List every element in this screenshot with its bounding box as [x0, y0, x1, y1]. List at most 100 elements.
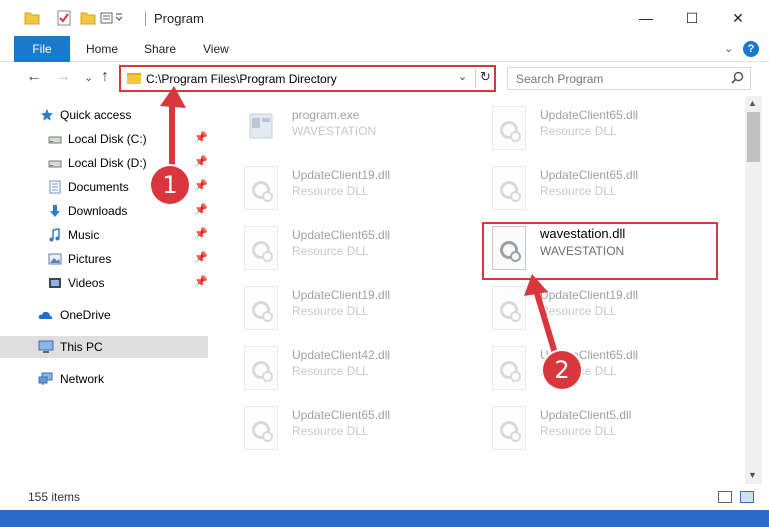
status-bar: 155 items [0, 484, 769, 510]
scroll-thumb[interactable] [747, 112, 760, 162]
close-icon: ✕ [732, 9, 744, 26]
minimize-button[interactable]: — [623, 0, 669, 36]
step-1-callout: 1 [151, 166, 189, 204]
address-separator [475, 69, 476, 88]
tab-home[interactable]: Home [86, 36, 118, 62]
help-icon[interactable]: ? [743, 41, 759, 57]
details-view-icon[interactable] [718, 491, 732, 503]
large-icons-view-icon[interactable] [740, 491, 754, 503]
file-type: Resource DLL [540, 304, 617, 318]
file-list: program.exe WAVESTATION UpdateClient65.d… [212, 96, 745, 470]
sidebar-item-label: Music [68, 228, 100, 242]
maximize-icon: ☐ [685, 9, 699, 26]
sidebar-item-quick-access[interactable]: Quick access [0, 104, 208, 126]
navigation-pane: Quick access Local Disk (C:) 📌 Local Dis… [0, 96, 210, 470]
pin-icon: 📌 [194, 252, 208, 264]
expand-ribbon-icon[interactable]: ⌄ [724, 42, 733, 55]
pin-icon: 📌 [194, 204, 208, 216]
file-name: UpdateClient65.dll [292, 228, 391, 242]
file-type: Resource DLL [292, 304, 369, 318]
sidebar-item-label: Local Disk (D:) [68, 156, 147, 170]
executable-icon [244, 106, 278, 150]
scroll-up-icon[interactable]: ▲ [748, 98, 757, 108]
scroll-down-icon[interactable]: ▼ [748, 470, 757, 480]
address-bar[interactable]: C:\Program Files\Program Directory ⌄ ↻ [119, 65, 496, 92]
sidebar-item-downloads[interactable]: Downloads 📌 [0, 200, 208, 222]
sidebar-item-pictures[interactable]: Pictures 📌 [0, 248, 208, 270]
file-name: UpdateClient19.dll [292, 288, 391, 302]
back-icon[interactable]: ← [26, 68, 42, 86]
download-icon [48, 204, 62, 218]
file-item[interactable]: UpdateClient42.dll Resource DLL [234, 342, 474, 398]
file-item[interactable]: program.exe WAVESTATION [234, 102, 474, 158]
search-input[interactable]: Search Program [516, 72, 603, 86]
dll-file-icon [492, 106, 526, 150]
file-name: UpdateClient5.dll [540, 408, 632, 422]
computer-icon [38, 340, 54, 354]
dll-file-icon [492, 346, 526, 390]
dll-file-icon [244, 346, 278, 390]
tab-file[interactable]: File [14, 36, 70, 62]
videos-icon [48, 276, 62, 290]
address-dropdown-icon[interactable]: ⌄ [458, 70, 467, 83]
sidebar-item-local-disk-c[interactable]: Local Disk (C:) 📌 [0, 128, 208, 150]
file-name: UpdateClient42.dll [292, 348, 391, 362]
close-button[interactable]: ✕ [715, 0, 761, 36]
tab-view[interactable]: View [203, 36, 229, 62]
dll-file-icon [492, 166, 526, 210]
pin-icon: 📌 [194, 228, 208, 240]
recent-locations-icon[interactable]: ⌄ [84, 71, 93, 84]
pictures-icon [48, 252, 62, 266]
sidebar-item-videos[interactable]: Videos 📌 [0, 272, 208, 294]
file-type: Resource DLL [540, 184, 617, 198]
folder-icon[interactable] [24, 10, 40, 26]
file-item[interactable]: UpdateClient65.dll Resource DLL [482, 162, 722, 218]
search-icon[interactable] [731, 71, 744, 87]
address-path[interactable]: C:\Program Files\Program Directory [146, 72, 337, 86]
sidebar-item-label: Videos [68, 276, 105, 290]
file-name: UpdateClient65.dll [540, 108, 639, 122]
file-item[interactable]: UpdateClient19.dll Resource DLL [234, 162, 474, 218]
file-item[interactable]: UpdateClient19.dll Resource DLL [482, 282, 722, 338]
sidebar-item-network[interactable]: Network [0, 368, 208, 390]
file-name: program.exe [292, 108, 360, 122]
sidebar-item-label: Documents [68, 180, 129, 194]
file-type: Resource DLL [292, 184, 369, 198]
sidebar-item-onedrive[interactable]: OneDrive [0, 304, 208, 326]
pin-icon: 📌 [194, 180, 208, 192]
search-box[interactable]: Search Program [507, 67, 751, 90]
sidebar-item-this-pc[interactable]: This PC [0, 336, 208, 358]
file-item[interactable]: UpdateClient65.dll Resource DLL [482, 342, 722, 398]
window-title: Program [154, 11, 204, 26]
navigation-bar: ← → ⌄ ↑ C:\Program Files\Program Directo… [0, 62, 769, 94]
file-type: Resource DLL [292, 364, 369, 378]
dll-file-icon [244, 286, 278, 330]
new-folder-icon[interactable] [80, 10, 96, 26]
file-name: UpdateClient19.dll [292, 168, 391, 182]
music-icon [48, 228, 62, 242]
file-item[interactable]: UpdateClient65.dll Resource DLL [234, 222, 474, 278]
star-icon [40, 108, 54, 122]
refresh-icon[interactable]: ↻ [480, 69, 491, 85]
up-icon[interactable]: ↑ [101, 68, 109, 86]
maximize-button[interactable]: ☐ [669, 0, 715, 36]
file-name: UpdateClient65.dll [292, 408, 391, 422]
sidebar-item-label: Pictures [68, 252, 112, 266]
properties-icon[interactable] [56, 10, 72, 26]
forward-icon[interactable]: → [55, 68, 71, 86]
sidebar-item-label: This PC [60, 340, 103, 354]
sidebar-item-label: Local Disk (C:) [68, 132, 147, 146]
cloud-icon [38, 308, 53, 322]
file-highlight-box [482, 222, 718, 280]
file-item[interactable]: UpdateClient65.dll Resource DLL [482, 102, 722, 158]
customize-quick-access-icon[interactable] [100, 10, 123, 26]
drive-icon [48, 132, 62, 146]
file-item[interactable]: UpdateClient19.dll Resource DLL [234, 282, 474, 338]
title-separator [145, 12, 146, 26]
dll-file-icon [244, 166, 278, 210]
vertical-scrollbar[interactable]: ▲ ▼ [745, 96, 762, 484]
sidebar-item-music[interactable]: Music 📌 [0, 224, 208, 246]
tab-share[interactable]: Share [144, 36, 176, 62]
file-item[interactable]: UpdateClient65.dll Resource DLL [234, 402, 474, 458]
file-item[interactable]: UpdateClient5.dll Resource DLL [482, 402, 722, 458]
